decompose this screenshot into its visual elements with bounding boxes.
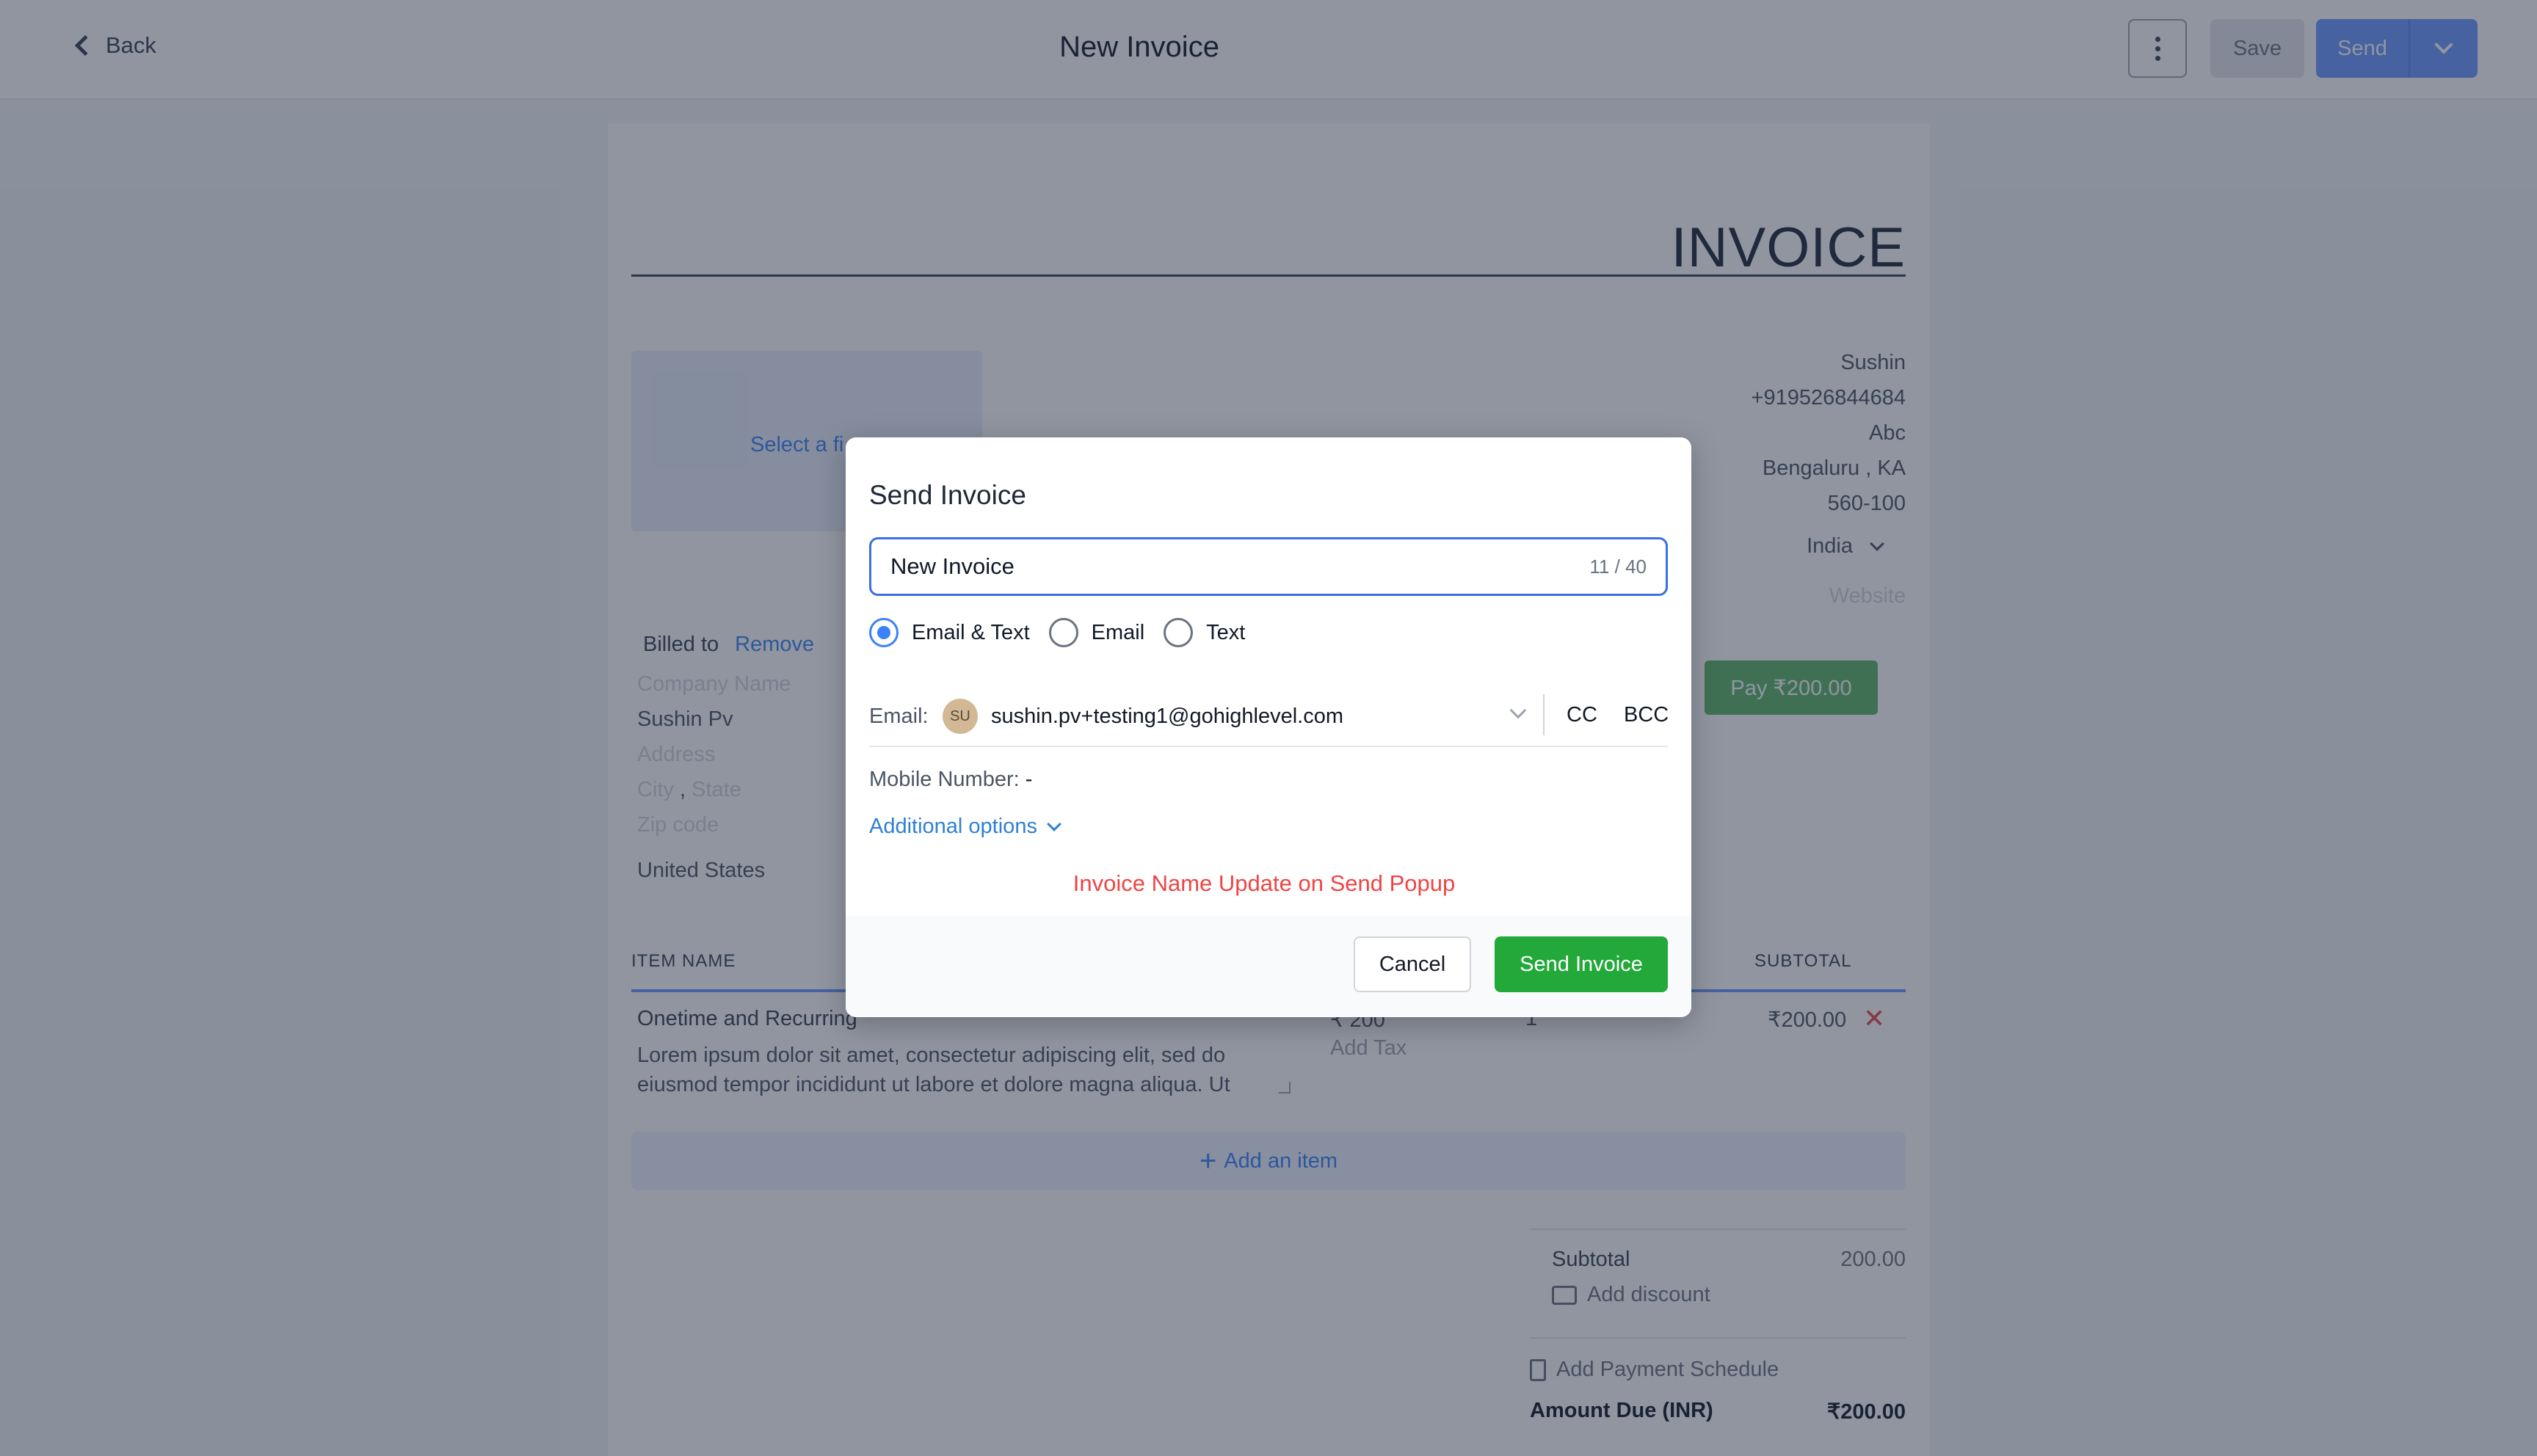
email-recipient-row: Email: SU sushin.pv+testing1@gohighlevel…: [869, 694, 1669, 747]
avatar: SU: [943, 699, 978, 734]
invoice-name-value: New Invoice: [890, 553, 1015, 579]
radio-text[interactable]: Text: [1164, 618, 1245, 647]
radio-selected-icon: [869, 618, 899, 647]
chevron-down-icon: [1047, 816, 1061, 831]
radio-unselected-icon: [1164, 618, 1194, 647]
cc-button[interactable]: CC: [1567, 703, 1597, 727]
char-counter: 11 / 40: [1589, 555, 1647, 578]
mobile-value: -: [1025, 768, 1033, 791]
radio-label: Text: [1206, 620, 1246, 644]
annotation-note: Invoice Name Update on Send Popup: [1072, 870, 1456, 896]
radio-email-and-text[interactable]: Email & Text: [869, 618, 1030, 647]
chevron-down-icon[interactable]: [1509, 702, 1527, 719]
invoice-name-input[interactable]: New Invoice 11 / 40: [869, 537, 1668, 596]
radio-label: Email & Text: [912, 620, 1030, 644]
email-select[interactable]: sushin.pv+testing1@gohighlevel.com: [991, 705, 1343, 729]
cancel-button[interactable]: Cancel: [1354, 936, 1471, 992]
send-invoice-modal: Send Invoice New Invoice 11 / 40 Email &…: [846, 437, 1691, 1017]
modal-title: Send Invoice: [869, 480, 1026, 510]
radio-email[interactable]: Email: [1048, 618, 1145, 647]
mobile-number-row: Mobile Number: -: [869, 768, 1032, 792]
divider: [1543, 694, 1545, 735]
additional-options-label: Additional options: [869, 815, 1037, 838]
delivery-method-group: Email & Text Email Text: [869, 618, 1264, 647]
radio-unselected-icon: [1048, 618, 1078, 647]
mobile-label: Mobile Number:: [869, 768, 1020, 791]
additional-options-toggle[interactable]: Additional options: [869, 815, 1061, 839]
bcc-button[interactable]: BCC: [1624, 703, 1669, 727]
send-invoice-button[interactable]: Send Invoice: [1495, 936, 1668, 992]
email-label: Email:: [869, 705, 929, 728]
radio-label: Email: [1091, 620, 1145, 644]
